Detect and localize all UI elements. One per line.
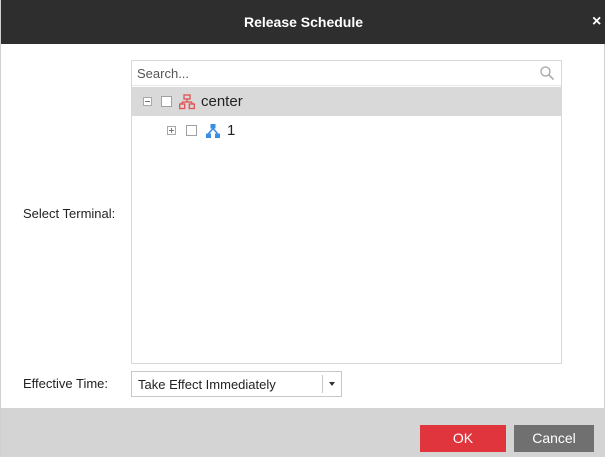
select-divider [322, 375, 323, 393]
title-bar: Release Schedule × [1, 0, 605, 44]
select-terminal-label: Select Terminal: [23, 206, 116, 221]
search-input[interactable] [132, 61, 537, 85]
ok-button[interactable]: OK [420, 425, 506, 452]
tree-node-center[interactable]: center [132, 87, 561, 116]
search-box [132, 61, 561, 86]
close-icon[interactable]: × [592, 12, 605, 32]
search-icon[interactable] [539, 65, 555, 81]
collapse-icon[interactable] [143, 97, 152, 106]
tree-node-checkbox[interactable] [186, 125, 197, 136]
tree-node-label: center [201, 93, 243, 110]
network-node-icon [206, 123, 220, 138]
organization-icon [179, 93, 195, 109]
cancel-button[interactable]: Cancel [514, 425, 594, 452]
release-schedule-dialog: Release Schedule × Select Terminal: Sear… [0, 0, 605, 457]
dialog-title: Release Schedule [243, 14, 364, 30]
dialog-footer: OK Cancel [1, 408, 605, 457]
tree-node-label: 1 [227, 122, 236, 139]
effective-time-select[interactable]: Take Effect Immediately [131, 371, 342, 397]
chevron-down-icon[interactable] [329, 382, 335, 386]
tree-node-1[interactable]: 1 [132, 116, 561, 145]
expand-icon[interactable] [167, 126, 176, 135]
tree-node-checkbox[interactable] [161, 96, 172, 107]
effective-time-value: Take Effect Immediately [138, 377, 276, 392]
terminal-tree-panel: center 1 [131, 60, 562, 364]
effective-time-label: Effective Time: [23, 376, 109, 391]
